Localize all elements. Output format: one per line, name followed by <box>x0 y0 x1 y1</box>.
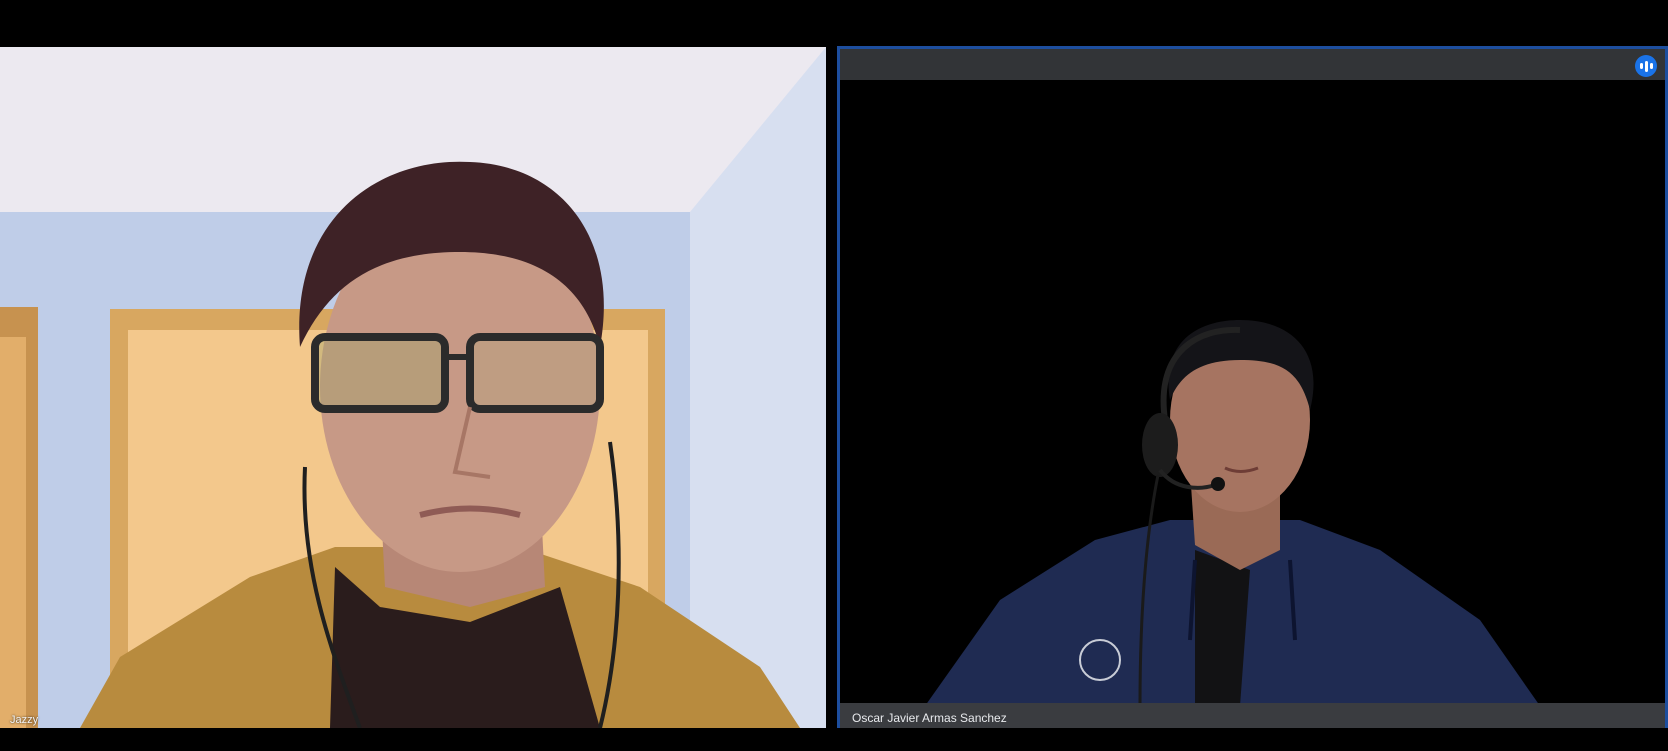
participant-tile-oscar[interactable]: Oscar Javier Armas Sanchez <box>837 46 1668 728</box>
participant-name: Jazzy <box>10 714 39 726</box>
participant-video <box>0 47 826 728</box>
participant-video <box>840 80 1665 706</box>
audio-level-icon <box>1635 55 1657 77</box>
participant-name: Oscar Javier Armas Sanchez <box>852 711 1007 725</box>
name-bar: Oscar Javier Armas Sanchez <box>840 703 1665 728</box>
participant-tile-jazzy[interactable]: Jazzy <box>0 47 826 728</box>
video-call-grid: Jazzy Oscar Javier Armas Sanchez <box>0 0 1668 751</box>
tile-header <box>840 49 1665 80</box>
